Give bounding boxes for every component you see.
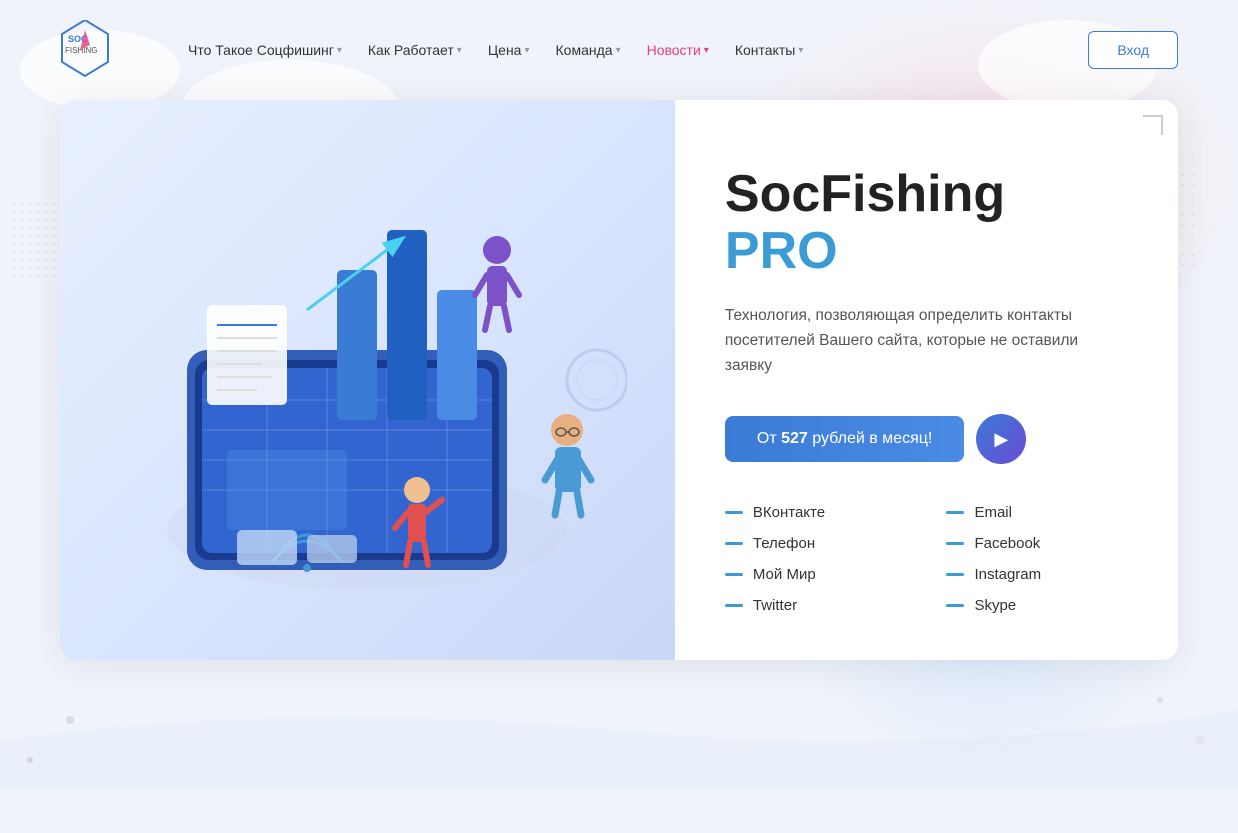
dash-icon xyxy=(725,542,743,545)
nav-links: Что Такое Соцфишинг ▾ Как Работает ▾ Цен… xyxy=(178,34,1088,66)
contact-email[interactable]: Email xyxy=(946,504,1128,521)
chevron-icon: ▾ xyxy=(616,45,621,56)
chevron-icon: ▾ xyxy=(524,45,529,56)
main-card: SocFishing PRO Технология, позволяющая о… xyxy=(60,100,1178,660)
navbar: SOC FISHING Что Такое Соцфишинг ▾ Как Ра… xyxy=(0,0,1238,100)
contact-moy-mir[interactable]: Мой Мир xyxy=(725,566,907,583)
nav-item-price[interactable]: Цена ▾ xyxy=(478,34,540,66)
play-button[interactable]: ▶ xyxy=(976,414,1026,464)
hero-illustration xyxy=(60,100,675,660)
play-icon: ▶ xyxy=(994,429,1008,450)
logo-icon: SOC FISHING xyxy=(60,20,110,80)
chevron-icon: ▾ xyxy=(337,45,342,56)
bottom-decoration xyxy=(0,660,1238,790)
contact-skype[interactable]: Skype xyxy=(946,597,1128,614)
dash-icon xyxy=(725,511,743,514)
nav-item-what[interactable]: Что Такое Соцфишинг ▾ xyxy=(178,34,352,66)
nav-item-how[interactable]: Как Работает ▾ xyxy=(358,34,472,66)
dash-icon xyxy=(725,573,743,576)
chevron-icon: ▾ xyxy=(457,45,462,56)
cta-button[interactable]: От 527 рублей в месяц! xyxy=(725,416,964,462)
contact-instagram[interactable]: Instagram xyxy=(946,566,1128,583)
chevron-icon: ▾ xyxy=(798,45,803,56)
hero-content: SocFishing PRO Технология, позволяющая о… xyxy=(675,100,1178,660)
contact-vkontakte[interactable]: ВКонтакте xyxy=(725,504,907,521)
dash-icon xyxy=(946,542,964,545)
dash-icon xyxy=(946,604,964,607)
cta-row: От 527 рублей в месяц! ▶ xyxy=(725,414,1128,464)
corner-decoration-tr xyxy=(1143,115,1163,135)
nav-item-news[interactable]: Новости ▾ xyxy=(637,34,719,66)
contact-phone[interactable]: Телефон xyxy=(725,535,907,552)
isometric-illustration xyxy=(107,150,627,610)
login-button[interactable]: Вход xyxy=(1088,31,1178,69)
dash-icon xyxy=(725,604,743,607)
hero-title: SocFishing PRO xyxy=(725,166,1128,280)
bottom-area xyxy=(0,660,1238,790)
chevron-icon: ▾ xyxy=(704,45,709,56)
logo[interactable]: SOC FISHING xyxy=(60,20,118,80)
nav-item-contacts[interactable]: Контакты ▾ xyxy=(725,34,814,66)
dash-icon xyxy=(946,511,964,514)
hero-description: Технология, позволяющая определить конта… xyxy=(725,304,1128,378)
nav-item-team[interactable]: Команда ▾ xyxy=(546,34,631,66)
contacts-grid: ВКонтакте Email Телефон Facebook Мой Мир… xyxy=(725,504,1128,614)
contact-twitter[interactable]: Twitter xyxy=(725,597,907,614)
dash-icon xyxy=(946,573,964,576)
contact-facebook[interactable]: Facebook xyxy=(946,535,1128,552)
